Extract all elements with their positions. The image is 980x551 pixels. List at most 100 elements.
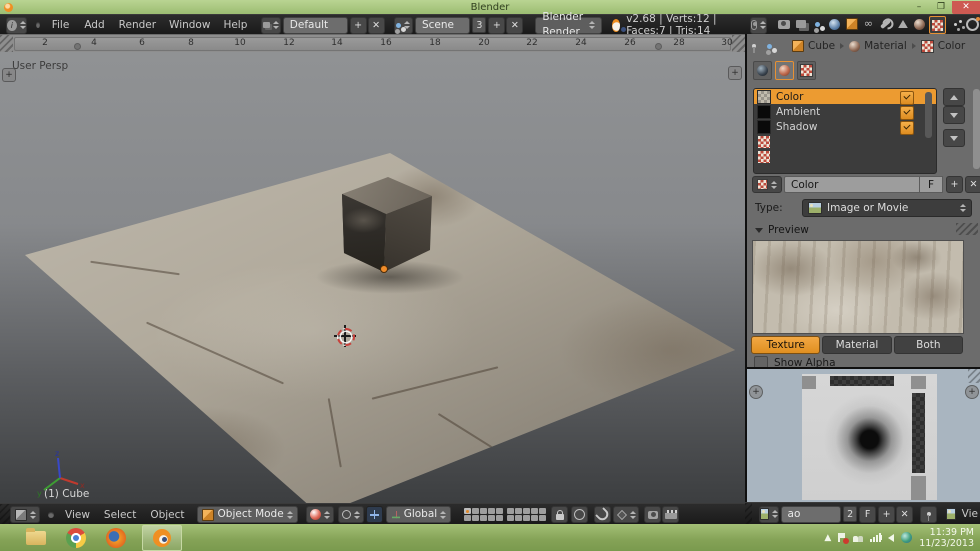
layer-cell[interactable] [496,515,503,521]
tab-object-data[interactable] [895,16,910,32]
texture-slot-row[interactable]: Shadow [754,119,936,134]
layout-add-button[interactable]: + [350,17,367,34]
mode-select[interactable]: Object Mode [197,506,298,523]
render-animation-button[interactable] [662,506,679,523]
menu-render[interactable]: Render [117,19,158,31]
texture-context-world[interactable] [753,61,772,80]
slot-enable-checkbox[interactable] [900,121,914,135]
region-corner-stripes[interactable] [0,504,10,525]
layer-cell[interactable] [472,515,479,521]
layer-cell[interactable] [539,508,546,514]
menu-object[interactable]: Object [148,509,186,521]
region-corner-stripes[interactable] [0,35,13,53]
editor-type-button-3dview[interactable] [10,506,40,523]
slot-enable-checkbox[interactable] [900,106,914,120]
tab-world[interactable] [827,16,842,32]
layer-cell[interactable] [531,515,538,521]
tab-material[interactable] [912,16,927,32]
texture-slot-list[interactable]: Color Ambient Shadow [753,88,937,174]
taskbar-firefox-button[interactable] [104,527,128,549]
fake-user-button[interactable]: F [920,176,943,193]
layer-cell[interactable] [531,508,538,514]
preview-panel-header[interactable]: Preview [755,224,809,236]
tray-show-hidden-icon[interactable]: ▲ [824,533,831,543]
tray-app-icon[interactable] [901,532,912,543]
texture-slot-row-empty[interactable] [754,134,936,149]
render-still-button[interactable] [644,506,661,523]
scene-browse-button[interactable] [394,17,413,34]
menu-window[interactable]: Window [167,19,212,31]
image-unlink-button[interactable]: ✕ [896,506,913,523]
menu-add[interactable]: Add [82,19,106,31]
orientation-select[interactable]: Global [386,506,452,523]
timeline-marker[interactable] [655,43,662,50]
pin-icon[interactable] [752,44,756,48]
breadcrumb-object[interactable]: Cube [808,40,835,52]
layer-cell[interactable] [464,508,471,514]
texture-slot-row[interactable]: Color [754,89,936,104]
editor-type-button-info[interactable]: i [6,17,27,34]
menu-select[interactable]: Select [102,509,138,521]
image-name-field[interactable]: ao [781,506,842,523]
tab-modifiers[interactable] [878,16,893,32]
texture-add-button[interactable]: + [946,176,963,193]
breadcrumb-texture[interactable]: Color [938,40,965,52]
layout-name-field[interactable]: Default [283,17,348,34]
layer-cell[interactable] [472,508,479,514]
timeline-marker[interactable] [74,43,81,50]
taskbar-chrome-button[interactable] [64,527,88,549]
collapse-menus-toggle[interactable] [48,512,54,518]
image-editor[interactable]: + + [745,367,980,504]
taskbar-blender-button[interactable] [142,525,182,551]
editor-type-button-properties[interactable] [750,17,767,34]
volume-icon[interactable] [888,534,894,542]
viewport-shading-select[interactable] [306,506,334,523]
layer-cell[interactable] [523,515,530,521]
tab-constraints[interactable]: ∞ [861,16,876,32]
timeline-strip[interactable]: 2 4 6 8 10 12 14 16 18 20 22 24 26 28 30 [0,34,745,54]
texture-browse-button[interactable] [752,176,782,193]
proportional-edit-toggle[interactable] [571,506,588,523]
slot-enable-checkbox[interactable] [900,91,914,105]
region-corner-stripes[interactable] [968,369,980,383]
menu-view[interactable]: View [63,509,92,521]
layers-grid-2[interactable] [507,508,546,521]
layers-grid-1[interactable] [464,508,503,521]
layer-cell[interactable] [464,515,471,521]
tab-physics[interactable] [965,16,980,32]
scene-users-count[interactable]: 3 [472,17,486,33]
cursor-3d[interactable] [334,325,356,347]
image-fake-user-button[interactable]: F [859,506,876,523]
texture-context-material[interactable] [775,61,794,80]
panel-scrollbar[interactable] [973,89,980,169]
sidebar-expand-button[interactable]: + [728,66,742,80]
image-users-count[interactable]: 2 [843,506,857,522]
preview-both-button[interactable]: Both [894,336,963,354]
tab-scene[interactable] [810,16,825,32]
tab-render-layers[interactable] [793,16,808,32]
preview-material-button[interactable]: Material [822,336,891,354]
lock-to-scene-toggle[interactable] [551,506,568,523]
layer-cell[interactable] [523,508,530,514]
panel-drag-stripes[interactable] [956,223,978,235]
scene-add-button[interactable]: + [488,17,505,34]
scene-name-field[interactable]: Scene [415,17,470,34]
texture-type-select[interactable]: Image or Movie [802,199,972,217]
image-pin-button[interactable] [920,506,937,523]
texture-slot-row[interactable]: Ambient [754,104,936,119]
scene-datablock-icon[interactable] [767,44,772,49]
region-corner-stripes[interactable] [732,35,745,53]
collapse-menus-toggle[interactable] [36,22,40,28]
action-center-icon[interactable] [838,533,846,542]
layer-cell[interactable] [496,508,503,514]
layer-cell[interactable] [488,515,495,521]
slot-move-up-button[interactable] [943,88,965,106]
tab-render[interactable] [776,16,791,32]
layer-cell[interactable] [480,508,487,514]
layout-browse-button[interactable] [261,17,280,34]
snap-element-select[interactable] [613,506,639,523]
toolshelf-expand-button[interactable]: + [2,68,16,82]
layer-cell[interactable] [507,508,514,514]
manipulator-toggle[interactable] [366,506,383,523]
tab-texture[interactable] [929,16,946,34]
